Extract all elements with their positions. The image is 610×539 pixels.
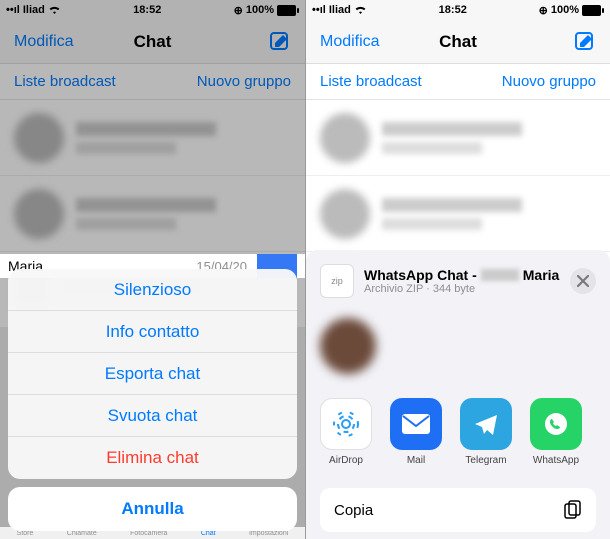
- cancel-button[interactable]: Annulla: [8, 487, 297, 531]
- copy-label: Copia: [334, 502, 373, 519]
- share-title: WhatsApp Chat - Maria: [364, 267, 559, 283]
- wifi-icon: [354, 5, 367, 15]
- subnav: Liste broadcast Nuovo gruppo: [306, 64, 610, 100]
- chat-row[interactable]: [306, 100, 610, 176]
- action-export[interactable]: Esporta chat: [8, 353, 297, 395]
- telegram-icon: [460, 398, 512, 450]
- orientation-lock-icon: ⊕: [539, 4, 548, 17]
- action-sheet: Silenzioso Info contatto Esporta chat Sv…: [8, 269, 297, 531]
- nav-bar: Modifica Chat: [306, 20, 610, 64]
- screen-left: ••ıl Iliad 18:52 ⊕ 100% Modifica Chat Li…: [0, 0, 305, 539]
- copy-icon: [564, 500, 582, 520]
- avatar: [320, 189, 370, 239]
- airdrop-icon: [320, 398, 372, 450]
- action-info[interactable]: Info contatto: [8, 311, 297, 353]
- status-bar: ••ıl Iliad 18:52 ⊕ 100%: [306, 0, 610, 20]
- signal-icon: ••ıl: [312, 4, 326, 16]
- blurred-name: [481, 269, 519, 281]
- avatar: [320, 113, 370, 163]
- contact-row: [320, 312, 596, 388]
- close-button[interactable]: [570, 268, 596, 294]
- action-delete[interactable]: Elimina chat: [8, 437, 297, 479]
- time-label: 18:52: [439, 4, 467, 16]
- share-header: zip WhatsApp Chat - Maria Archivio ZIP ·…: [320, 264, 596, 298]
- chat-row[interactable]: [306, 176, 610, 252]
- app-whatsapp[interactable]: WhatsApp: [530, 398, 582, 466]
- zip-icon: zip: [320, 264, 354, 298]
- action-clear[interactable]: Svuota chat: [8, 395, 297, 437]
- app-row: AirDrop Mail Telegram WhatsApp: [320, 388, 596, 476]
- copy-action[interactable]: Copia: [320, 488, 596, 532]
- action-silent[interactable]: Silenzioso: [8, 269, 297, 311]
- app-airdrop[interactable]: AirDrop: [320, 398, 372, 466]
- share-sheet: zip WhatsApp Chat - Maria Archivio ZIP ·…: [306, 250, 610, 539]
- battery-label: 100%: [551, 4, 579, 16]
- screen-right: ••ıl Iliad 18:52 ⊕ 100% Modifica Chat Li…: [305, 0, 610, 539]
- mail-icon: [390, 398, 442, 450]
- battery-icon: [582, 5, 604, 16]
- whatsapp-icon: [530, 398, 582, 450]
- edit-button[interactable]: Modifica: [320, 33, 380, 51]
- app-mail[interactable]: Mail: [390, 398, 442, 466]
- share-subtitle: Archivio ZIP · 344 byte: [364, 283, 559, 295]
- page-title: Chat: [439, 32, 477, 52]
- carrier-label: Iliad: [329, 4, 351, 16]
- compose-button[interactable]: [574, 31, 596, 53]
- broadcast-link[interactable]: Liste broadcast: [320, 73, 422, 90]
- contact-avatar[interactable]: [320, 318, 376, 374]
- new-group-link[interactable]: Nuovo gruppo: [502, 73, 596, 90]
- app-telegram[interactable]: Telegram: [460, 398, 512, 466]
